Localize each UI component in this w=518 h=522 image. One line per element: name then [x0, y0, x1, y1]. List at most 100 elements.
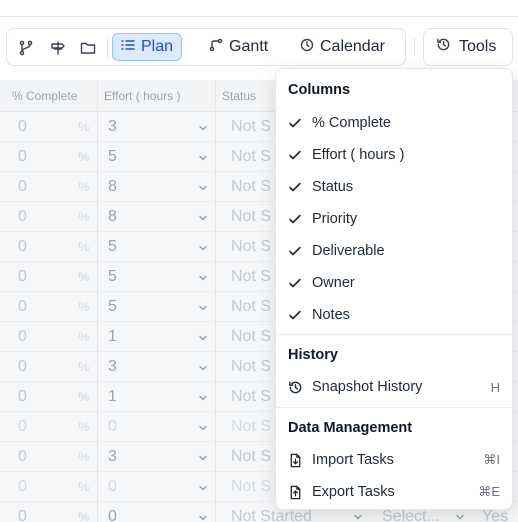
- effort-value: 5: [108, 268, 117, 285]
- signpost-icon[interactable]: [47, 37, 69, 59]
- column-toggle-label: % Complete: [312, 115, 391, 131]
- effort-select[interactable]: 8: [98, 172, 216, 202]
- effort-select[interactable]: 5: [98, 232, 216, 262]
- chevron-down-icon: [197, 241, 209, 259]
- effort-value: 5: [108, 298, 117, 315]
- status-value: Not S: [231, 478, 272, 495]
- tab-calendar-label: Calendar: [320, 38, 385, 55]
- complete-input[interactable]: 0%: [6, 262, 98, 292]
- data-management-heading: Data Management: [288, 420, 413, 436]
- tab-plan-label: Plan: [141, 38, 174, 55]
- complete-value: 0: [18, 448, 27, 465]
- effort-value: 3: [108, 448, 117, 465]
- menu-item-column-toggle[interactable]: Notes: [276, 299, 512, 331]
- complete-value: 0: [18, 328, 27, 345]
- menu-divider: [276, 334, 512, 335]
- branch-icon: [209, 38, 223, 57]
- status-value: Not Started: [231, 508, 312, 522]
- header-effort[interactable]: Effort ( hours ): [98, 80, 216, 112]
- menu-item-column-toggle[interactable]: Status: [276, 171, 512, 203]
- menu-item-column-toggle[interactable]: Effort ( hours ): [276, 139, 512, 171]
- branch-icon[interactable]: [15, 37, 37, 59]
- complete-input[interactable]: 0%: [6, 112, 98, 142]
- effort-value: 5: [108, 238, 117, 255]
- effort-select[interactable]: 3: [98, 112, 216, 142]
- column-toggle-label: Status: [312, 179, 354, 195]
- complete-input[interactable]: 0%: [6, 202, 98, 232]
- effort-select[interactable]: 5: [98, 292, 216, 322]
- effort-select[interactable]: 5: [98, 142, 216, 172]
- menu-item-import-tasks[interactable]: Import Tasks ⌘I: [276, 444, 512, 476]
- folder-icon[interactable]: [77, 37, 99, 59]
- menu-item-column-toggle[interactable]: % Complete: [276, 107, 512, 139]
- percent-symbol: %: [78, 510, 89, 522]
- chevron-down-icon: [197, 271, 209, 289]
- snapshot-history-label: Snapshot History: [312, 379, 423, 395]
- percent-symbol: %: [78, 240, 89, 254]
- effort-select[interactable]: 1: [98, 322, 216, 352]
- tab-gantt[interactable]: Gantt: [200, 33, 277, 61]
- menu-item-column-toggle[interactable]: Deliverable: [276, 235, 512, 267]
- complete-input[interactable]: 0%: [6, 322, 98, 352]
- effort-select[interactable]: 3: [98, 442, 216, 472]
- menu-item-export-tasks[interactable]: Export Tasks ⌘E: [276, 476, 512, 508]
- tab-calendar[interactable]: Calendar: [291, 33, 394, 61]
- complete-value: 0: [18, 358, 27, 375]
- status-value: Not S: [231, 388, 272, 405]
- menu-item-column-toggle[interactable]: Priority: [276, 203, 512, 235]
- complete-value: 0: [18, 418, 27, 435]
- effort-select[interactable]: 1: [98, 382, 216, 412]
- tools-dropdown-menu: Columns % Complete Effort ( hours ) Status…: [275, 68, 513, 510]
- file-export-icon: [287, 484, 303, 500]
- effort-select[interactable]: 5: [98, 262, 216, 292]
- percent-symbol: %: [78, 120, 89, 134]
- toolbar-separator: [107, 38, 108, 58]
- complete-input[interactable]: 0%: [6, 472, 98, 502]
- menu-item-column-toggle[interactable]: Owner: [276, 267, 512, 299]
- import-tasks-label: Import Tasks: [312, 452, 394, 468]
- percent-symbol: %: [78, 150, 89, 164]
- complete-value: 0: [18, 508, 27, 522]
- status-value: Not S: [231, 448, 272, 465]
- complete-value: 0: [18, 478, 27, 495]
- percent-symbol: %: [78, 480, 89, 494]
- complete-input[interactable]: 0%: [6, 142, 98, 172]
- effort-value: 8: [108, 208, 117, 225]
- menu-item-snapshot-history[interactable]: Snapshot History H: [276, 371, 512, 403]
- percent-symbol: %: [78, 450, 89, 464]
- tools-button[interactable]: Tools: [423, 28, 513, 66]
- complete-input[interactable]: 0%: [6, 442, 98, 472]
- complete-input[interactable]: 0%: [6, 172, 98, 202]
- effort-select[interactable]: 0: [98, 472, 216, 502]
- effort-value: 3: [108, 118, 117, 135]
- chevron-down-icon: [197, 151, 209, 169]
- complete-input[interactable]: 0%: [6, 502, 98, 522]
- complete-value: 0: [18, 238, 27, 255]
- status-value: Not S: [231, 208, 272, 225]
- complete-input[interactable]: 0%: [6, 232, 98, 262]
- snapshot-history-shortcut: H: [490, 379, 500, 395]
- percent-symbol: %: [78, 180, 89, 194]
- percent-symbol: %: [78, 390, 89, 404]
- percent-symbol: %: [78, 360, 89, 374]
- check-icon: [287, 307, 303, 323]
- column-toggle-label: Owner: [312, 275, 355, 291]
- export-tasks-shortcut: ⌘E: [478, 484, 500, 499]
- complete-input[interactable]: 0%: [6, 412, 98, 442]
- status-value: Not S: [231, 268, 272, 285]
- complete-input[interactable]: 0%: [6, 382, 98, 412]
- percent-symbol: %: [78, 330, 89, 344]
- effort-select[interactable]: 0: [98, 412, 216, 442]
- top-divider: [0, 16, 518, 17]
- effort-select[interactable]: 0: [98, 502, 216, 522]
- effort-value: 1: [108, 388, 117, 405]
- complete-value: 0: [18, 388, 27, 405]
- complete-input[interactable]: 0%: [6, 352, 98, 382]
- effort-select[interactable]: 8: [98, 202, 216, 232]
- tab-plan[interactable]: Plan: [112, 33, 183, 61]
- chevron-down-icon: [197, 121, 209, 139]
- effort-select[interactable]: 3: [98, 352, 216, 382]
- complete-input[interactable]: 0%: [6, 292, 98, 322]
- header-complete[interactable]: % Complete: [6, 80, 98, 112]
- chevron-down-icon: [197, 421, 209, 439]
